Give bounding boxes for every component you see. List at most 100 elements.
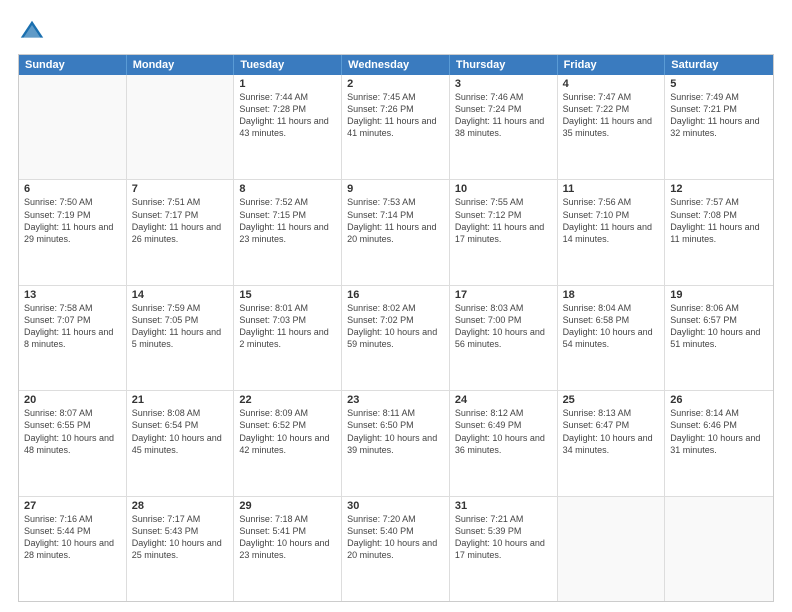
cell-details: Sunrise: 8:04 AMSunset: 6:58 PMDaylight:… — [563, 302, 660, 351]
calendar-cell: 17Sunrise: 8:03 AMSunset: 7:00 PMDayligh… — [450, 286, 558, 390]
cell-details: Sunrise: 8:03 AMSunset: 7:00 PMDaylight:… — [455, 302, 552, 351]
day-number: 12 — [670, 183, 768, 195]
calendar-row-5: 27Sunrise: 7:16 AMSunset: 5:44 PMDayligh… — [19, 496, 773, 601]
day-number: 9 — [347, 183, 444, 195]
day-number: 4 — [563, 78, 660, 90]
day-number: 11 — [563, 183, 660, 195]
calendar-cell — [558, 497, 666, 601]
day-of-week-sunday: Sunday — [19, 55, 127, 75]
calendar-cell: 31Sunrise: 7:21 AMSunset: 5:39 PMDayligh… — [450, 497, 558, 601]
cell-details: Sunrise: 7:51 AMSunset: 7:17 PMDaylight:… — [132, 196, 229, 245]
cell-details: Sunrise: 7:20 AMSunset: 5:40 PMDaylight:… — [347, 513, 444, 562]
cell-details: Sunrise: 8:08 AMSunset: 6:54 PMDaylight:… — [132, 407, 229, 456]
cell-details: Sunrise: 7:17 AMSunset: 5:43 PMDaylight:… — [132, 513, 229, 562]
cell-details: Sunrise: 7:44 AMSunset: 7:28 PMDaylight:… — [239, 91, 336, 140]
calendar-cell — [127, 75, 235, 179]
cell-details: Sunrise: 8:12 AMSunset: 6:49 PMDaylight:… — [455, 407, 552, 456]
calendar-cell: 12Sunrise: 7:57 AMSunset: 7:08 PMDayligh… — [665, 180, 773, 284]
day-number: 20 — [24, 394, 121, 406]
cell-details: Sunrise: 7:47 AMSunset: 7:22 PMDaylight:… — [563, 91, 660, 140]
day-number: 5 — [670, 78, 768, 90]
day-number: 8 — [239, 183, 336, 195]
day-number: 30 — [347, 500, 444, 512]
day-of-week-tuesday: Tuesday — [234, 55, 342, 75]
day-number: 19 — [670, 289, 768, 301]
calendar-cell: 20Sunrise: 8:07 AMSunset: 6:55 PMDayligh… — [19, 391, 127, 495]
cell-details: Sunrise: 7:46 AMSunset: 7:24 PMDaylight:… — [455, 91, 552, 140]
cell-details: Sunrise: 8:01 AMSunset: 7:03 PMDaylight:… — [239, 302, 336, 351]
calendar-cell: 30Sunrise: 7:20 AMSunset: 5:40 PMDayligh… — [342, 497, 450, 601]
calendar-cell: 21Sunrise: 8:08 AMSunset: 6:54 PMDayligh… — [127, 391, 235, 495]
calendar-cell: 16Sunrise: 8:02 AMSunset: 7:02 PMDayligh… — [342, 286, 450, 390]
cell-details: Sunrise: 7:18 AMSunset: 5:41 PMDaylight:… — [239, 513, 336, 562]
cell-details: Sunrise: 7:16 AMSunset: 5:44 PMDaylight:… — [24, 513, 121, 562]
calendar-row-4: 20Sunrise: 8:07 AMSunset: 6:55 PMDayligh… — [19, 390, 773, 495]
cell-details: Sunrise: 7:57 AMSunset: 7:08 PMDaylight:… — [670, 196, 768, 245]
cell-details: Sunrise: 8:02 AMSunset: 7:02 PMDaylight:… — [347, 302, 444, 351]
calendar-cell: 19Sunrise: 8:06 AMSunset: 6:57 PMDayligh… — [665, 286, 773, 390]
day-number: 6 — [24, 183, 121, 195]
day-number: 25 — [563, 394, 660, 406]
day-of-week-saturday: Saturday — [665, 55, 773, 75]
cell-details: Sunrise: 7:56 AMSunset: 7:10 PMDaylight:… — [563, 196, 660, 245]
calendar-cell — [19, 75, 127, 179]
calendar-row-2: 6Sunrise: 7:50 AMSunset: 7:19 PMDaylight… — [19, 179, 773, 284]
cell-details: Sunrise: 7:52 AMSunset: 7:15 PMDaylight:… — [239, 196, 336, 245]
cell-details: Sunrise: 8:07 AMSunset: 6:55 PMDaylight:… — [24, 407, 121, 456]
calendar-cell: 4Sunrise: 7:47 AMSunset: 7:22 PMDaylight… — [558, 75, 666, 179]
calendar-cell: 9Sunrise: 7:53 AMSunset: 7:14 PMDaylight… — [342, 180, 450, 284]
day-number: 16 — [347, 289, 444, 301]
day-number: 1 — [239, 78, 336, 90]
calendar-cell: 3Sunrise: 7:46 AMSunset: 7:24 PMDaylight… — [450, 75, 558, 179]
calendar-cell: 18Sunrise: 8:04 AMSunset: 6:58 PMDayligh… — [558, 286, 666, 390]
cell-details: Sunrise: 8:11 AMSunset: 6:50 PMDaylight:… — [347, 407, 444, 456]
day-number: 17 — [455, 289, 552, 301]
calendar-cell: 1Sunrise: 7:44 AMSunset: 7:28 PMDaylight… — [234, 75, 342, 179]
calendar-cell: 13Sunrise: 7:58 AMSunset: 7:07 PMDayligh… — [19, 286, 127, 390]
calendar-cell: 26Sunrise: 8:14 AMSunset: 6:46 PMDayligh… — [665, 391, 773, 495]
cell-details: Sunrise: 8:13 AMSunset: 6:47 PMDaylight:… — [563, 407, 660, 456]
day-number: 22 — [239, 394, 336, 406]
calendar-cell: 28Sunrise: 7:17 AMSunset: 5:43 PMDayligh… — [127, 497, 235, 601]
calendar-cell: 2Sunrise: 7:45 AMSunset: 7:26 PMDaylight… — [342, 75, 450, 179]
day-of-week-monday: Monday — [127, 55, 235, 75]
cell-details: Sunrise: 8:06 AMSunset: 6:57 PMDaylight:… — [670, 302, 768, 351]
cell-details: Sunrise: 7:45 AMSunset: 7:26 PMDaylight:… — [347, 91, 444, 140]
calendar-row-1: 1Sunrise: 7:44 AMSunset: 7:28 PMDaylight… — [19, 75, 773, 179]
day-number: 3 — [455, 78, 552, 90]
calendar-cell: 5Sunrise: 7:49 AMSunset: 7:21 PMDaylight… — [665, 75, 773, 179]
calendar-cell: 11Sunrise: 7:56 AMSunset: 7:10 PMDayligh… — [558, 180, 666, 284]
day-number: 2 — [347, 78, 444, 90]
calendar-cell: 23Sunrise: 8:11 AMSunset: 6:50 PMDayligh… — [342, 391, 450, 495]
day-of-week-thursday: Thursday — [450, 55, 558, 75]
page: SundayMondayTuesdayWednesdayThursdayFrid… — [0, 0, 792, 612]
calendar-cell — [665, 497, 773, 601]
day-number: 7 — [132, 183, 229, 195]
day-number: 21 — [132, 394, 229, 406]
calendar: SundayMondayTuesdayWednesdayThursdayFrid… — [18, 54, 774, 602]
calendar-cell: 15Sunrise: 8:01 AMSunset: 7:03 PMDayligh… — [234, 286, 342, 390]
logo-icon — [18, 18, 46, 46]
day-number: 14 — [132, 289, 229, 301]
calendar-cell: 10Sunrise: 7:55 AMSunset: 7:12 PMDayligh… — [450, 180, 558, 284]
day-number: 13 — [24, 289, 121, 301]
cell-details: Sunrise: 7:55 AMSunset: 7:12 PMDaylight:… — [455, 196, 552, 245]
cell-details: Sunrise: 8:14 AMSunset: 6:46 PMDaylight:… — [670, 407, 768, 456]
calendar-cell: 27Sunrise: 7:16 AMSunset: 5:44 PMDayligh… — [19, 497, 127, 601]
calendar-body: 1Sunrise: 7:44 AMSunset: 7:28 PMDaylight… — [19, 75, 773, 601]
day-of-week-friday: Friday — [558, 55, 666, 75]
day-number: 23 — [347, 394, 444, 406]
day-number: 27 — [24, 500, 121, 512]
logo — [18, 18, 50, 46]
day-number: 26 — [670, 394, 768, 406]
cell-details: Sunrise: 7:59 AMSunset: 7:05 PMDaylight:… — [132, 302, 229, 351]
calendar-row-3: 13Sunrise: 7:58 AMSunset: 7:07 PMDayligh… — [19, 285, 773, 390]
cell-details: Sunrise: 7:53 AMSunset: 7:14 PMDaylight:… — [347, 196, 444, 245]
calendar-cell: 14Sunrise: 7:59 AMSunset: 7:05 PMDayligh… — [127, 286, 235, 390]
day-number: 28 — [132, 500, 229, 512]
cell-details: Sunrise: 8:09 AMSunset: 6:52 PMDaylight:… — [239, 407, 336, 456]
day-number: 31 — [455, 500, 552, 512]
cell-details: Sunrise: 7:21 AMSunset: 5:39 PMDaylight:… — [455, 513, 552, 562]
calendar-cell: 6Sunrise: 7:50 AMSunset: 7:19 PMDaylight… — [19, 180, 127, 284]
calendar-header: SundayMondayTuesdayWednesdayThursdayFrid… — [19, 55, 773, 75]
